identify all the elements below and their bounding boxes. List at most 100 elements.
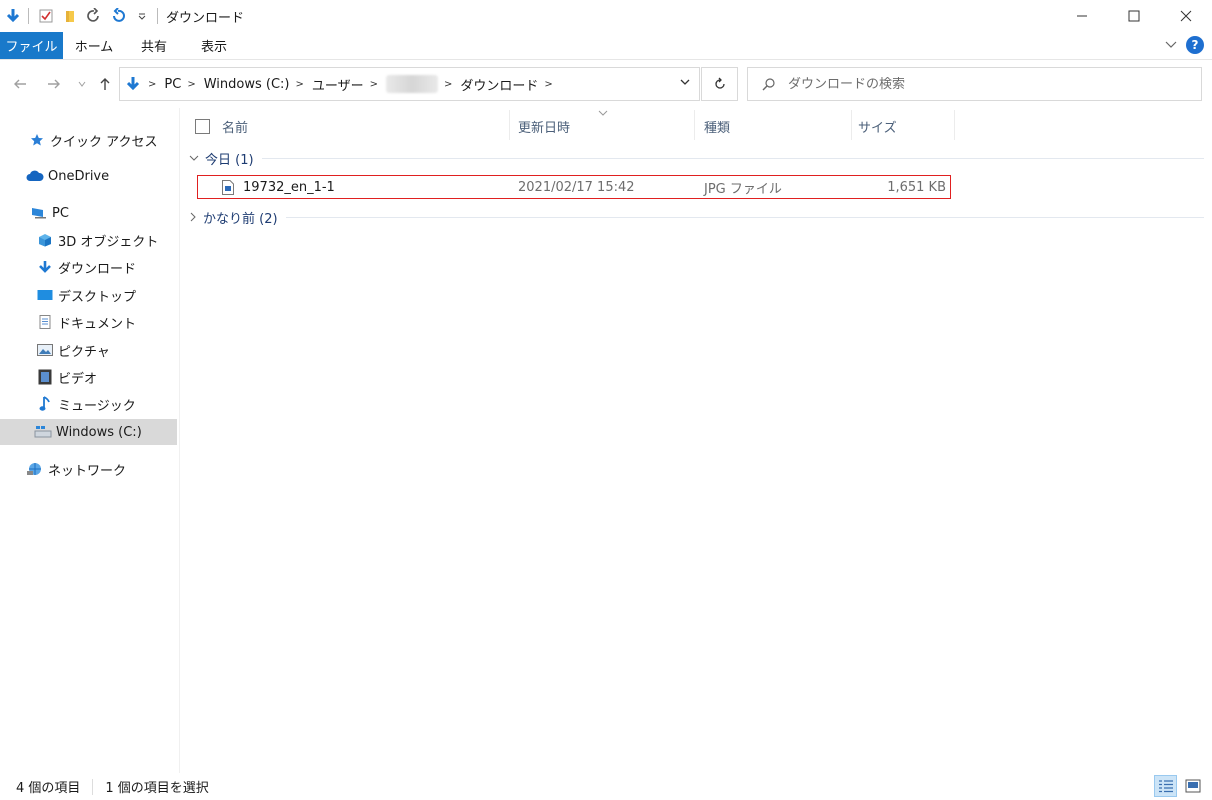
tab-share[interactable]: 共有 (128, 32, 180, 59)
refresh-icon (714, 77, 725, 89)
download-arrow-icon (36, 258, 54, 276)
large-icons-view-button[interactable] (1181, 775, 1204, 797)
breadcrumb-chevron-icon[interactable]: > (444, 79, 452, 90)
cube-icon (36, 231, 54, 249)
breadcrumb-chevron-icon[interactable]: > (370, 79, 378, 90)
video-icon (36, 368, 54, 386)
file-date: 2021/02/17 15:42 (518, 179, 635, 195)
ribbon-tabs: ファイル ホーム 共有 表示 ? (0, 32, 1212, 60)
sidebar-item-quick-access[interactable]: クイック アクセス (28, 127, 157, 153)
sidebar-item-onedrive[interactable]: OneDrive (26, 163, 109, 189)
sidebar-item-documents[interactable]: ドキュメント (36, 309, 136, 335)
item-count: 4 個の項目 (16, 781, 81, 796)
forward-arrow-icon[interactable] (44, 74, 64, 94)
window-controls (1056, 0, 1212, 32)
large-icons-view-icon (1185, 779, 1200, 793)
download-folder-icon (2, 5, 24, 27)
cloud-icon (26, 167, 44, 185)
breadcrumb-chevron-icon[interactable]: > (187, 79, 195, 90)
column-header-date[interactable]: 更新日時 (518, 111, 570, 141)
undo-icon[interactable] (107, 5, 129, 27)
search-box[interactable] (747, 67, 1202, 101)
new-folder-icon[interactable] (59, 5, 81, 27)
sidebar-item-downloads[interactable]: ダウンロード (36, 254, 136, 280)
jpg-file-icon (222, 176, 234, 198)
sidebar-item-music[interactable]: ミュージック (36, 391, 136, 417)
search-input[interactable] (788, 76, 1188, 92)
back-arrow-icon[interactable] (10, 74, 30, 94)
maximize-button[interactable] (1108, 0, 1160, 32)
table-row[interactable]: 19732_en_1-1 2021/02/17 15:42 JPG ファイル 1… (197, 175, 951, 199)
breadcrumb-username-redacted[interactable] (386, 75, 438, 93)
details-view-button[interactable] (1154, 775, 1177, 797)
sidebar-item-label: OneDrive (48, 168, 110, 184)
selected-count: 1 個の項目を選択 (105, 781, 209, 796)
group-header-today[interactable]: 今日 (1) (189, 148, 1204, 168)
redo-icon[interactable] (83, 5, 105, 27)
sidebar-item-3d-objects[interactable]: 3D オブジェクト (36, 227, 158, 253)
breadcrumb-chevron-icon[interactable]: > (295, 79, 303, 90)
sidebar-item-label: ダウンロード (58, 261, 137, 277)
sidebar-item-label: ピクチャ (58, 344, 110, 360)
tab-view[interactable]: 表示 (188, 32, 240, 59)
sort-chevron-icon (598, 106, 608, 120)
file-name: 19732_en_1-1 (243, 179, 335, 195)
up-arrow-icon[interactable] (95, 74, 115, 94)
address-bar[interactable]: > PC > Windows (C:) > ユーザー > > ダウンロード > (119, 67, 700, 101)
minimize-button[interactable] (1056, 0, 1108, 32)
recent-locations-chevron-icon[interactable] (72, 74, 92, 94)
desktop-icon (36, 286, 54, 304)
sidebar-item-pictures[interactable]: ピクチャ (36, 337, 110, 363)
properties-icon[interactable] (35, 5, 57, 27)
status-bar: 4 個の項目 1 個の項目を選択 (0, 773, 1212, 800)
document-icon (36, 313, 54, 331)
address-dropdown-chevron-icon[interactable] (679, 76, 691, 91)
breadcrumb-users[interactable]: ユーザー (312, 75, 364, 94)
navigation-pane: クイック アクセス OneDrive PC 3D オブジェクト ダウンロード デ… (0, 108, 180, 773)
group-collapse-chevron-icon[interactable] (189, 154, 199, 162)
sidebar-item-label: 3D オブジェクト (58, 234, 159, 250)
window-title: ダウンロード (166, 11, 245, 26)
sidebar-item-label: デスクトップ (58, 289, 137, 305)
sidebar-item-network[interactable]: ネットワーク (26, 456, 126, 482)
breadcrumb-downloads[interactable]: ダウンロード (460, 75, 538, 94)
music-note-icon (36, 395, 54, 413)
search-icon (762, 78, 775, 91)
sidebar-item-label: Windows (C:) (56, 424, 142, 440)
sidebar-item-videos[interactable]: ビデオ (36, 364, 97, 390)
expand-ribbon-chevron-icon[interactable] (1164, 37, 1178, 54)
sidebar-item-windows-c[interactable]: Windows (C:) (0, 419, 177, 445)
file-list: 名前 更新日時 種類 サイズ 今日 (1) 19732_en_1-1 2021/… (181, 108, 1212, 773)
sidebar-item-label: ミュージック (58, 398, 136, 414)
select-all-checkbox[interactable] (195, 118, 210, 134)
help-button[interactable]: ? (1186, 36, 1204, 54)
network-icon (26, 460, 44, 478)
sidebar-item-pc[interactable]: PC (30, 200, 69, 226)
picture-icon (36, 341, 54, 359)
breadcrumb-chevron-icon[interactable]: > (148, 79, 156, 90)
column-header-type[interactable]: 種類 (704, 111, 730, 141)
tab-home[interactable]: ホーム (68, 32, 120, 59)
file-type: JPG ファイル (704, 181, 782, 197)
sidebar-item-label: PC (52, 205, 69, 221)
breadcrumb-windows-c[interactable]: Windows (C:) (204, 77, 290, 92)
close-button[interactable] (1160, 0, 1212, 32)
tab-file[interactable]: ファイル (0, 32, 63, 59)
column-header-size[interactable]: サイズ (858, 111, 897, 141)
sidebar-item-label: クイック アクセス (50, 134, 158, 150)
column-header-name[interactable]: 名前 (195, 111, 248, 141)
refresh-button[interactable] (701, 67, 738, 101)
customize-toolbar-chevron-icon[interactable] (131, 5, 153, 27)
breadcrumb-pc[interactable]: PC (164, 77, 181, 92)
group-expand-chevron-icon[interactable] (189, 212, 197, 222)
drive-icon (34, 423, 52, 441)
star-icon (28, 131, 46, 149)
sidebar-item-label: ネットワーク (48, 463, 127, 479)
quick-access-toolbar (0, 0, 162, 32)
sidebar-item-label: ビデオ (58, 371, 98, 387)
group-header-earlier[interactable]: かなり前 (2) (189, 207, 1204, 227)
sidebar-item-label: ドキュメント (58, 316, 137, 332)
details-view-icon (1158, 780, 1173, 793)
breadcrumb-chevron-icon[interactable]: > (544, 79, 552, 90)
sidebar-item-desktop[interactable]: デスクトップ (36, 282, 136, 308)
